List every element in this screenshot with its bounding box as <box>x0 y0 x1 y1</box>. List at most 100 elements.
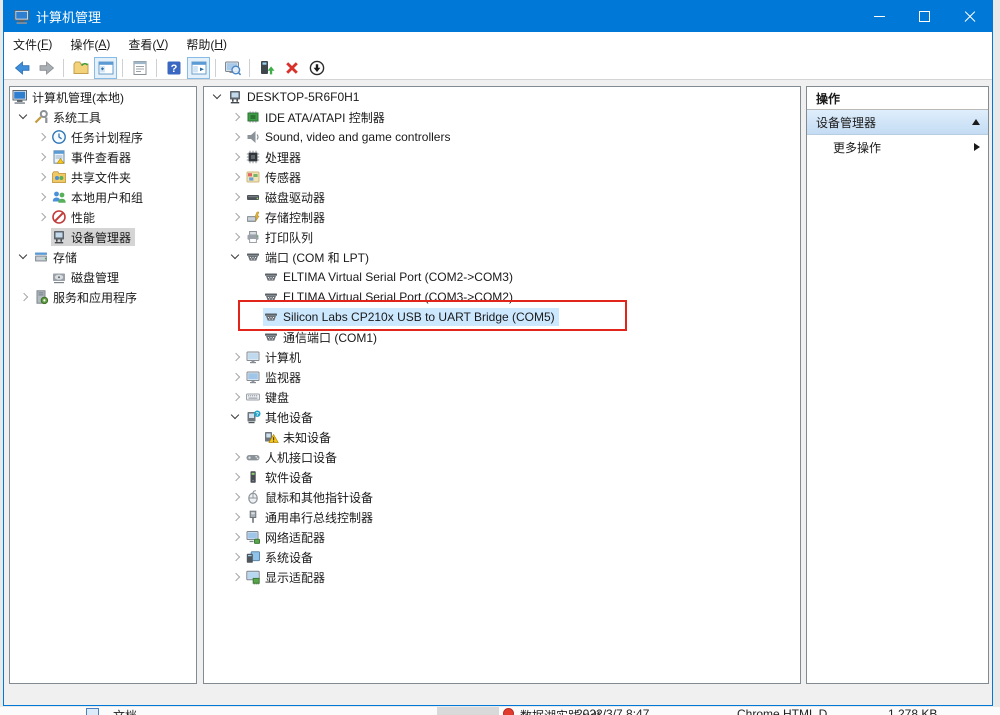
tree-item-core[interactable]: IDE ATA/ATAPI 控制器 <box>245 108 389 126</box>
tree-item-core[interactable]: 设备管理器 <box>51 228 135 246</box>
tree-item-core[interactable]: ELTIMA Virtual Serial Port (COM2->COM3) <box>263 268 517 286</box>
tree-item-core[interactable]: 共享文件夹 <box>51 168 135 186</box>
device-tree-item[interactable]: 通用串行总线控制器 <box>204 507 800 527</box>
console-tree-item[interactable]: 本地用户和组 <box>10 187 196 207</box>
tree-item-core[interactable]: Sound, video and game controllers <box>245 128 454 146</box>
device-tree-item[interactable]: 打印队列 <box>204 227 800 247</box>
tree-item-core[interactable]: Silicon Labs CP210x USB to UART Bridge (… <box>263 308 559 326</box>
tree-item-core[interactable]: 显示适配器 <box>245 568 329 586</box>
console-tree-item[interactable]: 磁盘管理 <box>10 267 196 287</box>
expander-expanded-icon[interactable] <box>15 109 33 125</box>
show-action-pane-button[interactable] <box>187 57 210 79</box>
expander-collapsed-icon[interactable] <box>227 469 245 485</box>
device-tree-item[interactable]: 通信端口 (COM1) <box>204 327 800 347</box>
device-tree-item[interactable]: 未知设备 <box>204 427 800 447</box>
tree-item-core[interactable]: 监视器 <box>245 368 305 386</box>
device-tree-item[interactable]: IDE ATA/ATAPI 控制器 <box>204 107 800 127</box>
expander-collapsed-icon[interactable] <box>33 189 51 205</box>
close-button[interactable] <box>947 1 992 32</box>
console-tree-item[interactable]: 设备管理器 <box>10 227 196 247</box>
tree-item-core[interactable]: 计算机管理(本地) <box>12 88 128 106</box>
background-folder-label[interactable]: 文档 <box>113 707 137 715</box>
device-tree-item[interactable]: 人机接口设备 <box>204 447 800 467</box>
show-console-tree-button[interactable] <box>94 57 117 79</box>
expander-collapsed-icon[interactable] <box>227 189 245 205</box>
tree-item-core[interactable]: 存储控制器 <box>245 208 329 226</box>
device-tree-item[interactable]: ELTIMA Virtual Serial Port (COM2->COM3) <box>204 267 800 287</box>
open-button[interactable] <box>69 57 92 79</box>
expander-expanded-icon[interactable] <box>15 249 33 265</box>
expander-collapsed-icon[interactable] <box>33 209 51 225</box>
expander-collapsed-icon[interactable] <box>227 109 245 125</box>
device-tree-item[interactable]: DESKTOP-5R6F0H1 <box>204 87 800 107</box>
back-button[interactable] <box>10 57 33 79</box>
expander-collapsed-icon[interactable] <box>227 209 245 225</box>
expander-collapsed-icon[interactable] <box>227 369 245 385</box>
expander-collapsed-icon[interactable] <box>227 229 245 245</box>
device-tree-item[interactable]: 处理器 <box>204 147 800 167</box>
expander-collapsed-icon[interactable] <box>227 389 245 405</box>
tree-item-core[interactable]: ELTIMA Virtual Serial Port (COM3->COM2) <box>263 288 517 306</box>
expander-collapsed-icon[interactable] <box>227 489 245 505</box>
minimize-button[interactable] <box>857 1 902 32</box>
tree-item-core[interactable]: 本地用户和组 <box>51 188 147 206</box>
device-tree-item[interactable]: 计算机 <box>204 347 800 367</box>
expander-collapsed-icon[interactable] <box>227 349 245 365</box>
console-tree-item[interactable]: 系统工具 <box>10 107 196 127</box>
console-tree-item[interactable]: 共享文件夹 <box>10 167 196 187</box>
device-tree-item[interactable]: 键盘 <box>204 387 800 407</box>
device-tree-item[interactable]: 系统设备 <box>204 547 800 567</box>
device-tree-item[interactable]: 网络适配器 <box>204 527 800 547</box>
console-tree-item[interactable]: 存储 <box>10 247 196 267</box>
console-tree-item[interactable]: 事件查看器 <box>10 147 196 167</box>
tree-item-core[interactable]: 任务计划程序 <box>51 128 147 146</box>
tree-item-core[interactable]: 事件查看器 <box>51 148 135 166</box>
tree-item-core[interactable]: ?其他设备 <box>245 408 317 426</box>
console-tree-item[interactable]: 服务和应用程序 <box>10 287 196 307</box>
expander-expanded-icon[interactable] <box>227 409 245 425</box>
scan-hardware-changes-button[interactable] <box>221 57 244 79</box>
expander-collapsed-icon[interactable] <box>227 549 245 565</box>
help-button[interactable]: ? <box>162 57 185 79</box>
console-tree-item[interactable]: 性能 <box>10 207 196 227</box>
menu-view[interactable]: 查看(V) <box>119 32 177 56</box>
forward-button[interactable] <box>35 57 58 79</box>
tree-item-core[interactable]: 鼠标和其他指针设备 <box>245 488 377 506</box>
collapse-arrow-icon[interactable] <box>972 119 980 125</box>
menu-action[interactable]: 操作(A) <box>61 32 119 56</box>
expander-collapsed-icon[interactable] <box>227 529 245 545</box>
tree-item-core[interactable]: 服务和应用程序 <box>33 288 141 306</box>
expander-collapsed-icon[interactable] <box>33 149 51 165</box>
console-tree-item[interactable]: 任务计划程序 <box>10 127 196 147</box>
device-tree-item[interactable]: 鼠标和其他指针设备 <box>204 487 800 507</box>
device-tree-item[interactable]: 端口 (COM 和 LPT) <box>204 247 800 267</box>
tree-item-core[interactable]: 端口 (COM 和 LPT) <box>245 248 373 266</box>
device-tree-item[interactable]: ?其他设备 <box>204 407 800 427</box>
console-tree-item[interactable]: 计算机管理(本地) <box>10 87 196 107</box>
more-actions-item[interactable]: 更多操作 <box>807 135 988 159</box>
tree-item-core[interactable]: 键盘 <box>245 388 293 406</box>
tree-item-core[interactable]: 性能 <box>51 208 99 226</box>
device-tree-item[interactable]: Silicon Labs CP210x USB to UART Bridge (… <box>204 307 800 327</box>
properties-button[interactable] <box>128 57 151 79</box>
expander-collapsed-icon[interactable] <box>33 169 51 185</box>
maximize-button[interactable] <box>902 1 947 32</box>
uninstall-device-button[interactable] <box>280 57 303 79</box>
tree-item-core[interactable]: 未知设备 <box>263 428 335 446</box>
disable-device-button[interactable] <box>305 57 328 79</box>
expander-expanded-icon[interactable] <box>227 249 245 265</box>
tree-item-core[interactable]: 传感器 <box>245 168 305 186</box>
device-tree-item[interactable]: Sound, video and game controllers <box>204 127 800 147</box>
device-tree-item[interactable]: 磁盘驱动器 <box>204 187 800 207</box>
tree-item-core[interactable]: 人机接口设备 <box>245 448 341 466</box>
expander-collapsed-icon[interactable] <box>227 169 245 185</box>
tree-item-core[interactable]: 系统设备 <box>245 548 317 566</box>
tree-item-core[interactable]: 计算机 <box>245 348 305 366</box>
expander-collapsed-icon[interactable] <box>15 289 33 305</box>
expander-collapsed-icon[interactable] <box>227 449 245 465</box>
tree-item-core[interactable]: 存储 <box>33 248 81 266</box>
tree-item-core[interactable]: 通信端口 (COM1) <box>263 328 381 346</box>
update-driver-button[interactable] <box>255 57 278 79</box>
device-tree-item[interactable]: 存储控制器 <box>204 207 800 227</box>
expander-collapsed-icon[interactable] <box>227 149 245 165</box>
